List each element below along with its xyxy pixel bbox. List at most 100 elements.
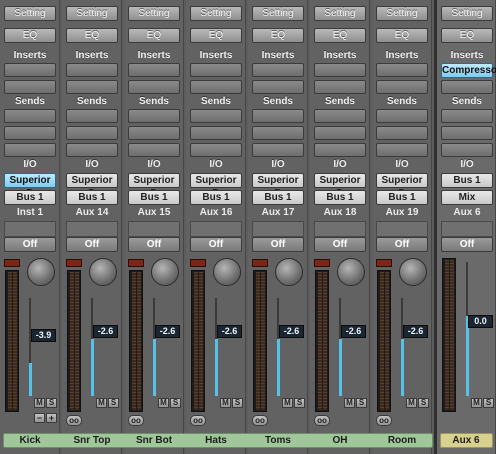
mute-button[interactable]: M [220, 398, 231, 408]
eq-button[interactable]: EQ [314, 28, 366, 43]
send-slot-3[interactable] [190, 143, 242, 157]
stereo-link-button[interactable]: oo [66, 415, 82, 426]
insert-slot-2[interactable] [190, 80, 242, 94]
send-slot-1[interactable] [66, 109, 118, 123]
send-slot-3[interactable] [66, 143, 118, 157]
stereo-link-button[interactable]: oo [252, 415, 268, 426]
input-button[interactable]: Superior D [252, 173, 304, 199]
output-button[interactable]: Mix [441, 190, 493, 205]
insert-slot-2[interactable] [314, 80, 366, 94]
send-slot-3[interactable] [128, 143, 180, 157]
automation-off-button[interactable]: Off [252, 237, 304, 252]
eq-button[interactable]: EQ [252, 28, 304, 43]
send-slot-2[interactable] [441, 126, 493, 140]
input-button[interactable]: Bus 1 [441, 173, 493, 188]
stereo-link-button[interactable]: oo [190, 415, 206, 426]
output-button[interactable]: Bus 1 [314, 190, 366, 205]
send-slot-1[interactable] [190, 109, 242, 123]
send-slot-1[interactable] [314, 109, 366, 123]
input-button[interactable]: Superior D [128, 173, 180, 199]
send-slot-2[interactable] [4, 126, 56, 140]
insert-slot-2[interactable] [252, 80, 304, 94]
insert-slot-2[interactable] [66, 80, 118, 94]
channel-name-snr-top[interactable]: Snr Top [64, 433, 120, 448]
mute-button[interactable]: M [158, 398, 169, 408]
send-slot-2[interactable] [252, 126, 304, 140]
send-slot-3[interactable] [376, 143, 428, 157]
record-enable-button[interactable] [128, 259, 144, 267]
pan-knob[interactable] [27, 258, 55, 286]
pan-knob[interactable] [275, 258, 303, 286]
send-slot-2[interactable] [190, 126, 242, 140]
group-slot[interactable] [128, 221, 180, 237]
insert-slot-2[interactable] [376, 80, 428, 94]
send-slot-3[interactable] [252, 143, 304, 157]
setting-button[interactable]: Setting [66, 6, 118, 21]
mute-button[interactable]: M [344, 398, 355, 408]
insert-compressor-slot[interactable]: Compresso [441, 63, 496, 78]
output-button[interactable]: Bus 1 [252, 190, 304, 205]
output-button[interactable]: Bus 1 [66, 190, 118, 205]
volume-display[interactable]: -2.6 [403, 325, 428, 338]
solo-button[interactable]: S [170, 398, 181, 408]
volume-display[interactable]: -2.6 [93, 325, 118, 338]
output-button[interactable]: Bus 1 [190, 190, 242, 205]
group-slot[interactable] [190, 221, 242, 237]
record-enable-button[interactable] [4, 259, 20, 267]
input-button[interactable]: Superior D [4, 173, 56, 199]
solo-button[interactable]: S [483, 398, 494, 408]
automation-off-button[interactable]: Off [4, 237, 56, 252]
solo-button[interactable]: S [232, 398, 243, 408]
record-enable-button[interactable] [190, 259, 206, 267]
automation-off-button[interactable]: Off [441, 237, 493, 252]
input-button[interactable]: Superior D [376, 173, 428, 199]
send-slot-2[interactable] [314, 126, 366, 140]
stereo-link-button[interactable]: oo [376, 415, 392, 426]
volume-display[interactable]: -2.6 [217, 325, 242, 338]
volume-display[interactable]: -3.9 [31, 329, 56, 342]
insert-slot-2[interactable] [4, 80, 56, 94]
send-slot-2[interactable] [66, 126, 118, 140]
send-slot-1[interactable] [376, 109, 428, 123]
minus-button[interactable]: − [34, 413, 45, 423]
send-slot-1[interactable] [441, 109, 493, 123]
insert-slot-1[interactable] [252, 63, 304, 77]
insert-slot-2[interactable] [441, 80, 493, 94]
setting-button[interactable]: Setting [4, 6, 56, 21]
record-enable-button[interactable] [376, 259, 392, 267]
mute-button[interactable]: M [34, 398, 45, 408]
group-slot[interactable] [4, 221, 56, 237]
group-slot[interactable] [441, 221, 493, 237]
volume-display[interactable]: 0.0 [468, 315, 493, 328]
send-slot-1[interactable] [252, 109, 304, 123]
eq-button[interactable]: EQ [128, 28, 180, 43]
automation-off-button[interactable]: Off [190, 237, 242, 252]
setting-button[interactable]: Setting [252, 6, 304, 21]
channel-name-aux[interactable]: Aux 6 [438, 433, 494, 448]
group-slot[interactable] [252, 221, 304, 237]
insert-slot-2[interactable] [128, 80, 180, 94]
solo-button[interactable]: S [46, 398, 57, 408]
eq-button[interactable]: EQ [66, 28, 118, 43]
volume-display[interactable]: -2.6 [279, 325, 304, 338]
automation-off-button[interactable]: Off [376, 237, 428, 252]
record-enable-button[interactable] [66, 259, 82, 267]
group-slot[interactable] [314, 221, 366, 237]
channel-name-toms[interactable]: Toms [250, 433, 306, 448]
insert-slot-1[interactable] [376, 63, 428, 77]
group-slot[interactable] [376, 221, 428, 237]
send-slot-3[interactable] [441, 143, 493, 157]
setting-button[interactable]: Setting [314, 6, 366, 21]
solo-button[interactable]: S [356, 398, 367, 408]
send-slot-3[interactable] [4, 143, 56, 157]
stereo-link-button[interactable]: oo [314, 415, 330, 426]
record-enable-button[interactable] [252, 259, 268, 267]
output-button[interactable]: Bus 1 [4, 190, 56, 205]
automation-off-button[interactable]: Off [66, 237, 118, 252]
pan-knob[interactable] [89, 258, 117, 286]
channel-name-snr-bot[interactable]: Snr Bot [126, 433, 182, 448]
input-button[interactable]: Superior D [66, 173, 118, 199]
output-button[interactable]: Bus 1 [376, 190, 428, 205]
input-button[interactable]: Superior D [314, 173, 366, 199]
mute-button[interactable]: M [96, 398, 107, 408]
